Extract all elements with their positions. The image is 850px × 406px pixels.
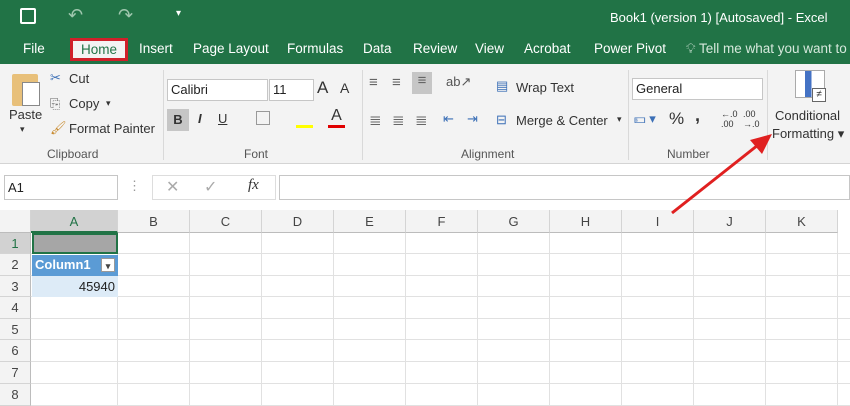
decrease-font-icon[interactable]: A xyxy=(340,80,349,96)
tab-view[interactable]: View xyxy=(475,41,504,56)
tab-file[interactable]: File xyxy=(23,41,45,56)
lightbulb-icon: 💡︎ xyxy=(686,41,696,56)
column-header-D[interactable]: D xyxy=(262,210,334,233)
wrap-text-icon: ▤ xyxy=(496,78,509,93)
tab-home[interactable]: Home xyxy=(70,38,129,61)
cell-A2[interactable]: Column1 ▾ xyxy=(32,255,118,276)
undo-icon[interactable]: ↶ xyxy=(68,5,83,26)
column-header-A[interactable]: A xyxy=(31,210,118,233)
align-right-icon[interactable]: ≣ xyxy=(415,111,428,129)
percent-button[interactable]: % xyxy=(669,109,684,129)
font-group-label: Font xyxy=(244,147,269,161)
number-group-label: Number xyxy=(667,147,710,161)
row-header-6[interactable]: 6 xyxy=(0,340,31,362)
column-header-B[interactable]: B xyxy=(118,210,190,233)
align-center-icon[interactable]: ≣ xyxy=(392,111,405,129)
column-header-E[interactable]: E xyxy=(334,210,406,233)
save-icon[interactable] xyxy=(20,8,36,24)
align-middle-icon[interactable]: ≡ xyxy=(392,74,401,91)
row-header-1[interactable]: 1 xyxy=(0,233,31,254)
cell-A3[interactable]: 45940 xyxy=(32,276,118,297)
customize-qat-icon[interactable]: ▾ xyxy=(176,8,181,19)
font-size-select[interactable]: 11 xyxy=(269,79,314,101)
row-header-5[interactable]: 5 xyxy=(0,319,31,340)
tell-me-search[interactable]: 💡︎ Tell me what you want to xyxy=(686,41,847,57)
title-bar: ↶ ↷ ▾ Book1 (version 1) [Autosaved] - Ex… xyxy=(0,0,850,34)
column-header-J[interactable]: J xyxy=(694,210,766,233)
cancel-icon[interactable]: ✕ xyxy=(166,177,179,197)
orientation-icon[interactable]: ab↗ xyxy=(446,74,471,90)
column-header-H[interactable]: H xyxy=(550,210,622,233)
increase-indent-icon[interactable]: ⇥ xyxy=(467,111,478,127)
column-header-C[interactable]: C xyxy=(190,210,262,233)
borders-icon[interactable] xyxy=(256,111,270,125)
filter-dropdown-icon[interactable]: ▾ xyxy=(101,258,115,272)
format-painter-button[interactable]: Format Painter xyxy=(69,121,155,136)
clipboard-group-label: Clipboard xyxy=(47,147,99,161)
cell-A1[interactable] xyxy=(32,233,118,254)
tab-acrobat[interactable]: Acrobat xyxy=(524,41,571,56)
column-header-G[interactable]: G xyxy=(478,210,550,233)
tab-review[interactable]: Review xyxy=(413,41,457,56)
column-header-I[interactable]: I xyxy=(622,210,694,233)
number-format-select[interactable]: General xyxy=(632,78,763,100)
increase-font-icon[interactable]: A xyxy=(317,78,328,98)
conditional-formatting-label[interactable]: Formatting ▾ xyxy=(772,126,844,142)
tab-insert[interactable]: Insert xyxy=(139,41,173,56)
underline-button[interactable]: U xyxy=(218,111,227,126)
comma-button[interactable]: , xyxy=(695,105,700,126)
cut-button[interactable]: Cut xyxy=(69,71,89,86)
merge-icon: ⊟ xyxy=(496,112,507,127)
insert-function-icon[interactable]: fx xyxy=(248,177,259,194)
copy-button[interactable]: Copy xyxy=(69,96,99,111)
row-header-4[interactable]: 4 xyxy=(0,297,31,319)
ribbon-tabs: File Home Insert Page Layout Formulas Da… xyxy=(0,34,850,64)
decrease-indent-icon[interactable]: ⇤ xyxy=(443,111,454,127)
window-title: Book1 (version 1) [Autosaved] - Excel xyxy=(610,10,828,25)
tab-data[interactable]: Data xyxy=(363,41,392,56)
scissors-icon: ✂ xyxy=(50,70,61,85)
align-left-icon[interactable]: ≣ xyxy=(369,111,382,129)
format-painter-icon: 🖌︎ xyxy=(50,120,67,135)
align-top-icon[interactable]: ≡ xyxy=(369,74,378,91)
ribbon: Paste ▾ ✂ Cut ⎘ Copy ▾ 🖌︎ Format Painter… xyxy=(0,64,850,164)
alignment-group-label: Alignment xyxy=(461,147,515,161)
italic-button[interactable]: I xyxy=(198,111,202,126)
column-header-K[interactable]: K xyxy=(766,210,838,233)
row-header-3[interactable]: 3 xyxy=(0,276,31,297)
enter-icon[interactable]: ✓ xyxy=(204,177,217,197)
wrap-text-button[interactable]: Wrap Text xyxy=(516,80,574,95)
row-header-2[interactable]: 2 xyxy=(0,254,31,276)
select-all-corner[interactable] xyxy=(0,210,31,233)
tab-power-pivot[interactable]: Power Pivot xyxy=(594,41,666,56)
redo-icon[interactable]: ↷ xyxy=(118,5,133,26)
name-box[interactable]: A1 xyxy=(4,175,118,200)
fill-color-icon[interactable] xyxy=(296,110,313,128)
paste-button[interactable]: Paste xyxy=(9,107,42,122)
align-bottom-icon[interactable]: ≡ xyxy=(412,72,432,94)
paste-page-icon xyxy=(22,82,40,106)
more-icon: ⋮ xyxy=(128,178,141,193)
column-header-F[interactable]: F xyxy=(406,210,478,233)
bold-button[interactable]: B xyxy=(167,109,189,131)
font-name-select[interactable]: Calibri xyxy=(167,79,268,101)
currency-icon[interactable]: 💵︎ ▾ xyxy=(634,111,656,127)
tab-page-layout[interactable]: Page Layout xyxy=(193,41,269,56)
conditional-formatting-button[interactable]: Conditional xyxy=(775,108,840,123)
merge-center-button[interactable]: Merge & Center xyxy=(516,113,608,128)
decrease-decimal-icon[interactable]: .00 →.0 xyxy=(743,109,760,129)
copy-icon: ⎘ xyxy=(50,96,61,111)
tab-formulas[interactable]: Formulas xyxy=(287,41,343,56)
increase-decimal-icon[interactable]: ←.0.00 xyxy=(721,109,738,129)
font-color-icon[interactable]: A xyxy=(328,107,345,128)
row-header-7[interactable]: 7 xyxy=(0,362,31,384)
formula-input[interactable] xyxy=(279,175,850,200)
row-header-8[interactable]: 8 xyxy=(0,384,31,406)
formula-bar: A1 ⋮ ✕ ✓ fx xyxy=(0,164,850,210)
